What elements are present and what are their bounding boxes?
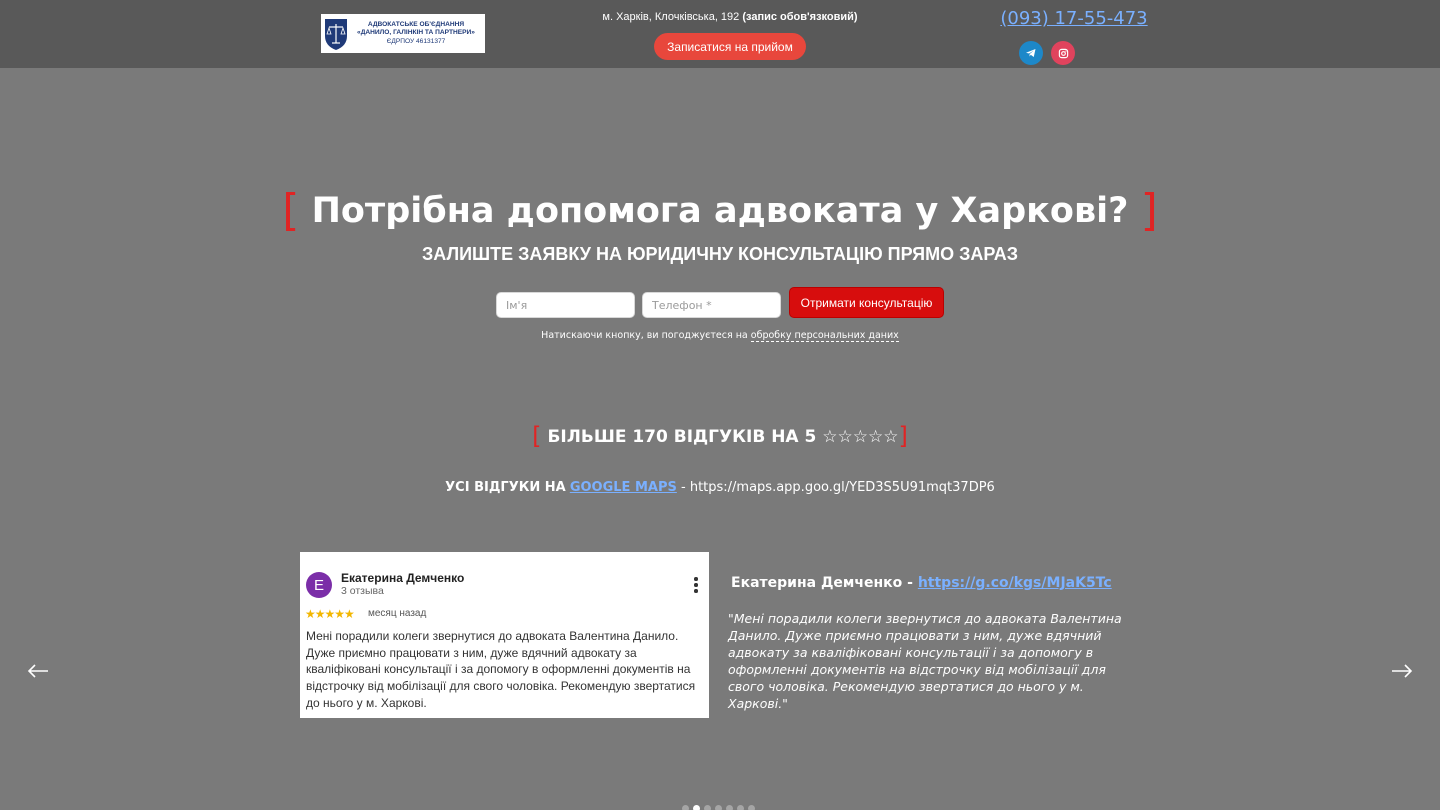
- quote-author: Екатерина Демченко -: [731, 575, 913, 591]
- phone-link[interactable]: (093) 17-55-473: [1000, 8, 1148, 29]
- address-text: м. Харків, Клочківська, 192: [602, 11, 740, 23]
- slider-dots: [682, 805, 755, 810]
- slider-dot[interactable]: [704, 805, 711, 810]
- more-options-icon[interactable]: [694, 577, 698, 595]
- all-reviews-line: УСІ ВІДГУКИ НА GOOGLE MAPS - https://map…: [0, 480, 1440, 495]
- name-input[interactable]: [496, 292, 635, 318]
- phone-input[interactable]: [642, 292, 781, 318]
- reviews-title-text: БІЛЬШЕ 170 ВІДГУКІВ НА 5 ☆☆☆☆☆: [547, 427, 899, 447]
- slider-dot[interactable]: [693, 805, 700, 810]
- reviews-title: [ БІЛЬШЕ 170 ВІДГУКІВ НА 5 ☆☆☆☆☆]: [0, 422, 1440, 450]
- logo[interactable]: АДВОКАТСЬКЕ ОБ'ЄДНАННЯ «ДАНИЛО, ГАЛІНКІН…: [321, 14, 485, 53]
- review-text: Мені порадили колеги звернутися до адвок…: [306, 629, 696, 710]
- scales-of-justice-icon: [325, 19, 347, 50]
- maps-url: https://maps.app.goo.gl/YED3S5U91mqt37DP…: [689, 480, 995, 495]
- avatar: E: [306, 572, 332, 598]
- logo-text: АДВОКАТСЬКЕ ОБ'ЄДНАННЯ «ДАНИЛО, ГАЛІНКІН…: [349, 21, 483, 47]
- slider-dot[interactable]: [737, 805, 744, 810]
- appointment-button[interactable]: Записатися на прийом: [654, 33, 806, 60]
- site-header: АДВОКАТСЬКЕ ОБ'ЄДНАННЯ «ДАНИЛО, ГАЛІНКІН…: [0, 0, 1440, 68]
- quote-source-link[interactable]: https://g.co/kgs/MJaK5Tc: [918, 575, 1112, 591]
- telegram-button[interactable]: [1019, 41, 1043, 65]
- hero-title: [ Потрібна допомога адвоката у Харкові? …: [0, 185, 1440, 236]
- instagram-icon: [1058, 48, 1068, 58]
- slider-dot[interactable]: [726, 805, 733, 810]
- reviewer-name: Екатерина Демченко: [341, 571, 465, 585]
- slider-prev-button[interactable]: [26, 659, 50, 683]
- address: м. Харків, Клочківська, 192 (запис обов'…: [500, 11, 960, 23]
- review-card: E Екатерина Демченко 3 отзыва ★★★★★ меся…: [300, 552, 709, 718]
- bracket-open: [: [282, 185, 300, 236]
- google-maps-link[interactable]: GOOGLE MAPS: [570, 480, 677, 495]
- consent-text: Натискаючи кнопку, ви погоджуєтеся на: [541, 330, 748, 341]
- review-date: месяц назад: [368, 608, 427, 619]
- hero-subtitle: ЗАЛИШТЕ ЗАЯВКУ НА ЮРИДИЧНУ КОНСУЛЬТАЦІЮ …: [421, 244, 1019, 264]
- logo-line1: АДВОКАТСЬКЕ ОБ'ЄДНАННЯ: [367, 20, 465, 28]
- slider-dot[interactable]: [715, 805, 722, 810]
- maps-separator: -: [676, 480, 690, 495]
- reviews-bracket-close: ]: [898, 422, 908, 450]
- arrow-left-icon: [27, 664, 48, 678]
- hero-title-text: Потрібна допомога адвоката у Харкові?: [311, 191, 1129, 231]
- all-reviews-label: УСІ ВІДГУКИ НА: [445, 480, 566, 495]
- slider-dot[interactable]: [748, 805, 755, 810]
- arrow-right-icon: [1392, 664, 1413, 678]
- instagram-button[interactable]: [1051, 41, 1075, 65]
- logo-line2: «ДАНИЛО, ГАЛІНКІН ТА ПАРТНЕРИ»: [357, 29, 475, 37]
- reviews-bracket-open: [: [532, 422, 542, 450]
- quote-text: "Мені порадили колеги звернутися до адво…: [728, 611, 1122, 711]
- bracket-close: ]: [1140, 185, 1158, 236]
- rating-stars: ★★★★★: [305, 607, 355, 621]
- slider-next-button[interactable]: [1390, 659, 1414, 683]
- slider-dot[interactable]: [682, 805, 689, 810]
- get-consultation-button[interactable]: Отримати консультацію: [789, 287, 944, 318]
- address-note: (запис обов'язковий): [742, 11, 858, 23]
- telegram-icon: [1026, 49, 1036, 57]
- consent-note: Натискаючи кнопку, ви погоджуєтеся на об…: [0, 330, 1440, 342]
- logo-line3: ЄДРПОУ 46131377: [386, 37, 446, 45]
- privacy-link[interactable]: обробку персональних даних: [750, 330, 899, 342]
- quote-author-line: Екатерина Демченко - https://g.co/kgs/MJ…: [731, 575, 1112, 591]
- reviewer-review-count: 3 отзыва: [341, 585, 384, 597]
